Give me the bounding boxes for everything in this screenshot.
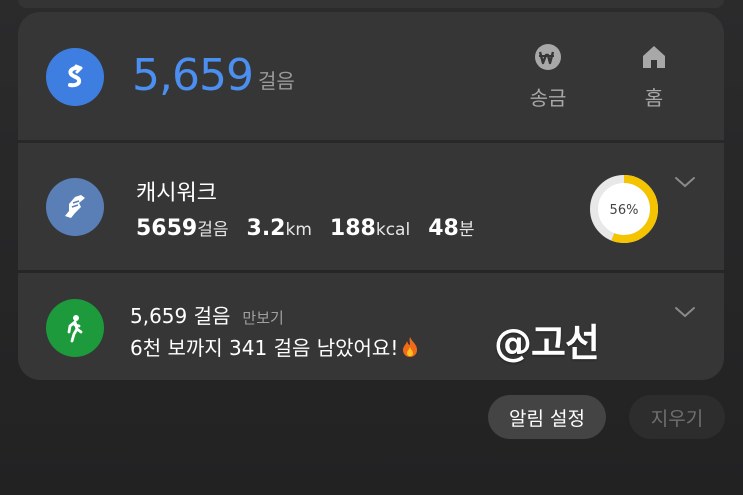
watermark-text: @고선 [494,321,600,365]
fire-icon [403,337,418,357]
pedometer-steps: 5,659 걸음 [130,304,231,328]
clear-button[interactable]: 지우기 [629,395,725,439]
home-label: 홈 [644,86,664,110]
pedometer-message: 6천 보까지 341 걸음 남았어요! [130,332,420,361]
progress-ring: 56% [590,175,658,243]
samsung-health-icon [46,48,104,106]
cashwalk-calories-stat: 188kcal [329,216,411,241]
cashwalk-title: 캐시워크 [136,181,217,206]
home-button[interactable]: 홈 [624,42,684,118]
cashwalk-stats: 5659걸음 3.2km 188kcal 48분 [136,215,492,241]
expand-chevron-icon[interactable] [674,305,696,319]
progress-label: 56% [610,203,639,218]
send-money-label: 송금 [529,86,567,110]
home-icon [639,42,669,72]
expand-chevron-icon[interactable] [674,175,696,189]
cashwalk-steps-stat: 5659걸음 [136,216,229,241]
steps-count: 5,659 [132,50,254,101]
cashwalk-minutes-stat: 48분 [428,216,475,241]
won-coin-icon [533,42,563,72]
steps-unit: 걸음 [258,69,295,93]
steps-notification-card[interactable]: 5,659 걸음 송금 홈 [18,12,724,140]
cashwalk-distance-stat: 3.2km [246,216,312,241]
send-money-button[interactable]: 송금 [518,42,578,118]
walking-person-icon [46,299,104,357]
notification-settings-button[interactable]: 알림 설정 [488,395,606,439]
cashwalk-shoe-icon [46,178,104,236]
previous-notification-edge [18,0,724,8]
pedometer-header: 5,659 걸음 만보기 [130,300,284,329]
pedometer-notification-card[interactable]: 5,659 걸음 만보기 6천 보까지 341 걸음 남았어요! [18,273,724,380]
cashwalk-notification-card[interactable]: 캐시워크 5659걸음 3.2km 188kcal 48분 56% [18,143,724,270]
pedometer-app-name: 만보기 [242,309,284,327]
